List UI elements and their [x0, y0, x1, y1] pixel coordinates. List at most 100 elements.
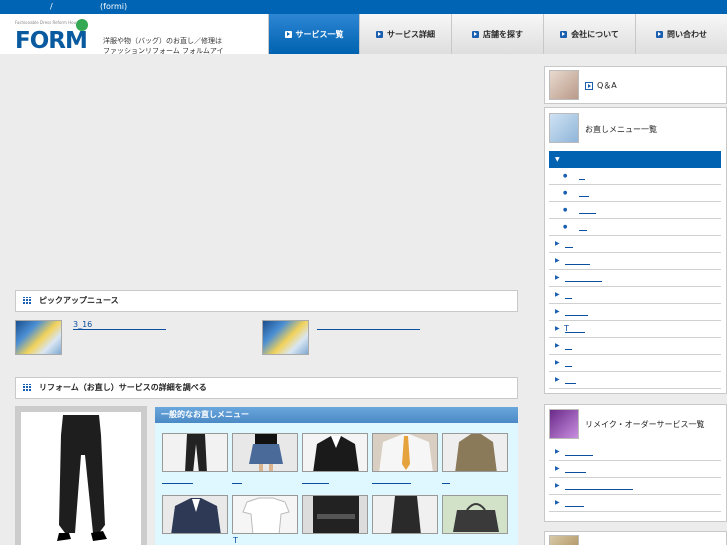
link-underline	[579, 213, 596, 214]
triangle-right-icon: ▶	[555, 308, 560, 315]
link-underline	[565, 366, 572, 367]
menu-list-sub-item[interactable]: ●	[549, 168, 721, 185]
menu-list-item[interactable]: ▶	[549, 287, 721, 304]
menu-link-shirt[interactable]	[372, 483, 411, 484]
site-logo[interactable]: Fashionable Dress Reform House FORM	[15, 19, 93, 54]
triangle-right-icon: ▶	[555, 376, 560, 383]
pickup-thumb-2[interactable]	[262, 320, 309, 355]
pickup-link-1-underline[interactable]	[73, 329, 166, 330]
menu-thumb-tshirt[interactable]	[232, 495, 298, 534]
nav-label: 問い合わせ	[667, 29, 707, 39]
nav-about-company[interactable]: 会社について	[543, 14, 635, 54]
nav-find-store[interactable]: 店舗を探す	[451, 14, 543, 54]
menu-link-skirt[interactable]	[232, 483, 242, 484]
nav-contact[interactable]: 問い合わせ	[635, 14, 727, 54]
menu-list-sub-item[interactable]: ●	[549, 219, 721, 236]
remake-list-item[interactable]: ▶	[549, 478, 721, 495]
menu-list-sub-item[interactable]: ●	[549, 202, 721, 219]
menu-thumb-dress[interactable]	[372, 495, 438, 534]
play-icon	[585, 81, 593, 90]
general-menu-panel: 一般的なお直しメニュー T	[155, 407, 518, 545]
play-icon	[284, 30, 292, 38]
remake-list-item[interactable]: ▶	[549, 444, 721, 461]
triangle-right-icon: ▶	[555, 325, 560, 332]
link-underline	[565, 264, 590, 265]
menu-thumb-coat[interactable]	[442, 433, 508, 472]
top-bar-separator: /	[50, 2, 53, 11]
sidebar-menu-list-title: お直しメニュー一覧	[585, 125, 657, 134]
pickup-link-2[interactable]	[317, 329, 420, 330]
qa-text: Q＆A	[597, 81, 617, 90]
link-underline	[565, 472, 586, 473]
link-underline	[565, 506, 584, 507]
menu-list-photo-icon	[549, 113, 579, 143]
play-icon	[376, 30, 383, 38]
menu-list-item[interactable]: ▶	[549, 236, 721, 253]
nav-label: 会社について	[571, 29, 619, 39]
triangle-right-icon: ▶	[555, 291, 560, 298]
triangle-right-icon: ▶	[555, 448, 560, 455]
menu-thumb-suit[interactable]	[162, 495, 228, 534]
menu-link-tshirt[interactable]: T	[233, 536, 238, 545]
link-underline	[565, 298, 572, 299]
sidebar-remake-title: リメイク・オーダーサービス一覧	[585, 420, 705, 429]
grid-icon	[23, 384, 31, 392]
nav-service-detail[interactable]: サービス詳細	[359, 14, 451, 54]
link-underline	[565, 332, 585, 333]
featured-product-image[interactable]	[21, 412, 141, 545]
nav-label: サービス詳細	[387, 29, 435, 39]
pickup-thumb-1[interactable]	[15, 320, 62, 355]
bullet-icon: ●	[563, 224, 568, 230]
play-icon	[560, 30, 568, 38]
menu-list-item[interactable]: ▶	[549, 372, 721, 389]
next-box-photo-icon	[549, 535, 579, 545]
menu-link-coat[interactable]	[442, 483, 450, 484]
down-arrow-icon: ▼	[555, 156, 560, 163]
nav-label: 店舗を探す	[483, 29, 523, 39]
reform-service-header: リフォーム（お直し）サービスの詳細を調べる	[15, 377, 518, 399]
menu-list-item[interactable]: ▶	[549, 304, 721, 321]
sidebar-qa-label[interactable]: Q＆A	[585, 80, 617, 91]
triangle-right-icon: ▶	[555, 465, 560, 472]
pickup-link-1[interactable]: 3_16	[73, 320, 92, 329]
pickup-news-title: ピックアップニュース	[39, 296, 119, 305]
menu-thumb-trousers[interactable]	[162, 433, 228, 472]
remake-list-item[interactable]: ▶	[549, 461, 721, 478]
menu-thumb-jacket[interactable]	[302, 433, 368, 472]
menu-list-category-header[interactable]: ▼	[549, 151, 721, 168]
menu-link-jacket[interactable]	[302, 483, 329, 484]
site-tagline: 洋服や物（バッグ）のお直し／修理は ファッションリフォーム フォルムアイ	[103, 36, 224, 56]
link-underline	[565, 489, 633, 490]
sidebar-qa-box[interactable]: Q＆A	[544, 66, 727, 104]
triangle-right-icon: ▶	[555, 257, 560, 264]
menu-list-item[interactable]: ▶	[549, 253, 721, 270]
remake-list-item[interactable]: ▶	[549, 495, 721, 512]
menu-thumb-bag[interactable]	[442, 495, 508, 534]
logo-wordmark: FORM	[15, 28, 88, 54]
menu-list-item[interactable]: ▶	[549, 355, 721, 372]
play-icon	[472, 30, 479, 38]
featured-product-frame	[15, 406, 147, 545]
link-underline	[565, 349, 572, 350]
reform-service-title: リフォーム（お直し）サービスの詳細を調べる	[39, 383, 207, 392]
menu-list-item[interactable]: ▶	[549, 338, 721, 355]
bullet-icon: ●	[563, 173, 568, 179]
menu-thumb-skirt[interactable]	[232, 433, 298, 472]
play-icon	[656, 30, 663, 38]
triangle-right-icon: ▶	[555, 274, 560, 281]
menu-list-item[interactable]: ▶ T	[549, 321, 721, 338]
tagline-line-2: ファッションリフォーム フォルムアイ	[103, 47, 224, 55]
nav-service-list[interactable]: サービス一覧	[268, 14, 359, 54]
menu-list-sub-item[interactable]: ●	[549, 185, 721, 202]
menu-thumb-belt[interactable]	[302, 495, 368, 534]
menu-link-trousers[interactable]	[162, 483, 193, 484]
triangle-right-icon: ▶	[555, 342, 560, 349]
top-bar-title: (formi)	[100, 2, 128, 11]
bullet-icon: ●	[563, 207, 568, 213]
logo-tagline: Fashionable Dress Reform House	[15, 20, 81, 25]
sidebar-next-box[interactable]	[544, 531, 727, 545]
menu-thumb-shirt-tie[interactable]	[372, 433, 438, 472]
qa-photo-icon	[549, 70, 579, 100]
trousers-image	[57, 415, 107, 541]
menu-list-item[interactable]: ▶	[549, 270, 721, 287]
